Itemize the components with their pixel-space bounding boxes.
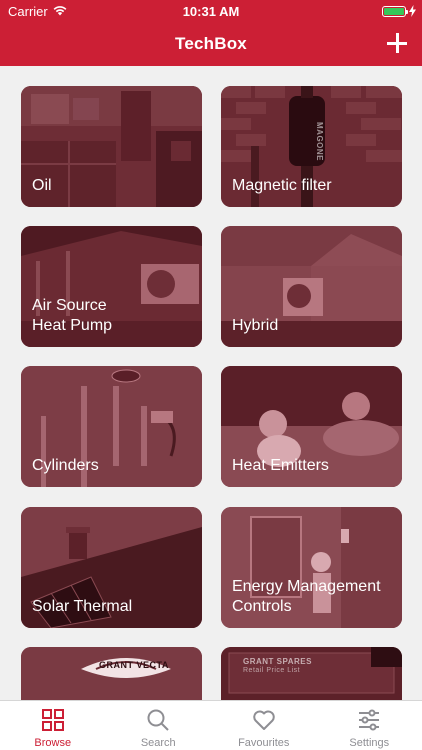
tile-heat-emitters[interactable]: Heat Emitters	[221, 366, 402, 487]
product-tag: GRANT VECTA	[99, 660, 169, 670]
tile-label: Energy Management Controls	[232, 578, 381, 615]
page-title: TechBox	[175, 34, 247, 53]
search-icon	[147, 709, 169, 731]
battery-icon	[382, 6, 408, 17]
tab-search[interactable]: Search	[106, 701, 212, 750]
tile-hybrid[interactable]: Hybrid	[221, 226, 402, 347]
grid-icon	[41, 709, 64, 731]
product-tag: GRANT SPARES	[243, 657, 312, 666]
add-button[interactable]	[386, 32, 408, 54]
tab-favourites[interactable]: Favourites	[211, 701, 317, 750]
clock: 10:31 AM	[182, 4, 240, 19]
tile-solar-thermal[interactable]: Solar Thermal	[21, 507, 202, 628]
tile-cylinders[interactable]: Cylinders	[21, 366, 202, 487]
tile-oil[interactable]: Oil	[21, 86, 202, 207]
tab-settings[interactable]: Settings	[317, 701, 422, 750]
tile-air-source-heat-pump[interactable]: Air Source Heat Pump	[21, 226, 202, 347]
tile-image	[21, 647, 202, 700]
heart-icon	[253, 710, 275, 730]
tab-label: Search	[140, 737, 176, 749]
tab-label: Browse	[34, 737, 72, 749]
tab-bar: Browse Search Favourites Settings	[0, 700, 422, 750]
header: Carrier 10:31 AM TechBox	[0, 0, 422, 66]
tile-energy-management-controls[interactable]: Energy Management Controls	[221, 507, 402, 628]
nav-bar: TechBox	[0, 22, 422, 66]
tile-label: Cylinders	[32, 457, 99, 474]
tile-label: Heat Emitters	[232, 457, 329, 474]
tile-label: Magnetic filter	[232, 177, 332, 194]
tile-label: Hybrid	[232, 317, 279, 334]
status-bar: Carrier 10:31 AM	[0, 0, 422, 22]
tile-grant-spares[interactable]: GRANT SPARES Retail Price List	[221, 647, 402, 700]
tile-label: Air Source Heat Pump	[32, 297, 113, 334]
tab-label: Settings	[349, 737, 390, 749]
product-tag: MAGONE	[315, 122, 324, 161]
sliders-icon	[359, 709, 380, 731]
product-subtag: Retail Price List	[243, 667, 301, 674]
tab-label: Favourites	[238, 737, 290, 749]
tile-label: Solar Thermal	[32, 598, 133, 615]
tile-magnetic-filter[interactable]: MAGONE Magnetic filter	[221, 86, 402, 207]
charging-bolt-icon	[409, 5, 416, 17]
tab-browse[interactable]: Browse	[0, 701, 106, 750]
category-grid: Oil MAGONE Magnetic filter Air Source He…	[0, 66, 422, 700]
tile-label: Oil	[32, 177, 52, 194]
tile-grant-vecta[interactable]: GRANT VECTA	[21, 647, 202, 700]
